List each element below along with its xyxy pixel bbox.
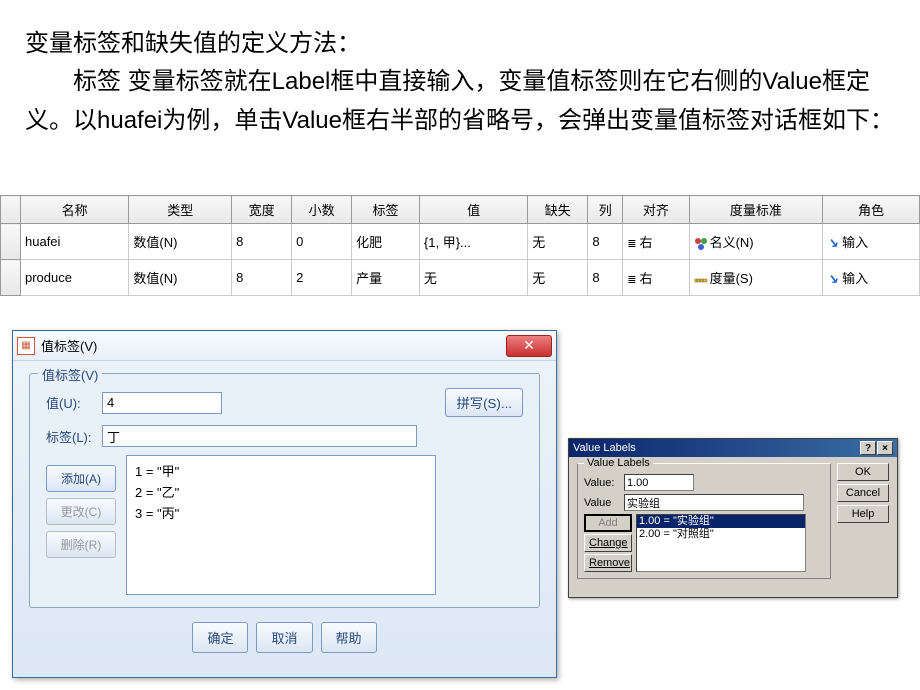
spelling-button[interactable]: 拼写(S)... — [445, 388, 523, 417]
intro-text: 变量标签和缺失值的定义方法： 标签 变量标签就在Label框中直接输入，变量值标… — [0, 0, 920, 155]
col-columns[interactable]: 列 — [588, 196, 623, 224]
fieldset-legend: 值标签(V) — [38, 365, 102, 384]
labels-listbox[interactable]: 1 = "甲" 2 = "乙" 3 = "丙" — [126, 455, 436, 595]
col-align[interactable]: 对齐 — [623, 196, 689, 224]
table-header-row: 名称 类型 宽度 小数 标签 值 缺失 列 对齐 度量标准 角色 — [1, 196, 920, 224]
variable-view-table: 名称 类型 宽度 小数 标签 值 缺失 列 对齐 度量标准 角色 huafei … — [0, 195, 920, 296]
cell-role[interactable]: ↘输入 — [823, 260, 920, 296]
dialog-titlebar[interactable]: ▦ 值标签(V) ✕ — [13, 331, 556, 361]
add-button[interactable]: Add — [584, 514, 632, 532]
col-decimals[interactable]: 小数 — [292, 196, 352, 224]
cell-name[interactable]: huafei — [21, 224, 129, 260]
cell-width[interactable]: 8 — [232, 260, 292, 296]
cell-values[interactable]: 无 — [419, 260, 527, 296]
scale-icon — [694, 273, 708, 287]
dialog-titlebar[interactable]: Value Labels ? × — [569, 439, 897, 457]
cell-measure[interactable]: 度量(S) — [689, 260, 823, 296]
cell-missing[interactable]: 无 — [528, 224, 588, 260]
col-label[interactable]: 标签 — [352, 196, 420, 224]
col-values[interactable]: 值 — [419, 196, 527, 224]
row-header[interactable] — [1, 224, 21, 260]
grid-icon: ▦ — [17, 337, 35, 355]
cell-name[interactable]: produce — [21, 260, 129, 296]
col-role[interactable]: 角色 — [823, 196, 920, 224]
change-button[interactable]: 更改(C) — [46, 498, 116, 525]
cell-type[interactable]: 数值(N) — [129, 260, 232, 296]
intro-line2: 标签 变量标签就在Label框中直接输入，变量值标签则在它右侧的Value框定义… — [25, 63, 895, 140]
cell-decimals[interactable]: 2 — [292, 260, 352, 296]
cell-decimals[interactable]: 0 — [292, 224, 352, 260]
cell-width[interactable]: 8 — [232, 224, 292, 260]
cell-role[interactable]: ↘输入 — [823, 224, 920, 260]
cell-align[interactable]: 右 — [623, 224, 689, 260]
table-row[interactable]: produce 数值(N) 8 2 产量 无 无 8 右 度量(S) ↘输入 — [1, 260, 920, 296]
close-icon[interactable]: × — [877, 441, 893, 455]
row-header[interactable] — [1, 260, 21, 296]
table-row[interactable]: huafei 数值(N) 8 0 化肥 {1, 甲}... 无 8 右 名义(N… — [1, 224, 920, 260]
ok-button[interactable]: OK — [837, 463, 889, 481]
dialog-title: Value Labels — [573, 442, 636, 454]
help-button[interactable]: 帮助 — [321, 622, 377, 653]
input-arrow-icon: ↘ — [827, 235, 838, 250]
labels-listbox[interactable]: 1.00 = "实验组" 2.00 = "对照组" — [636, 514, 806, 572]
list-item[interactable]: 2.00 = "对照组" — [637, 528, 805, 541]
add-button[interactable]: 添加(A) — [46, 465, 116, 492]
col-name[interactable]: 名称 — [21, 196, 129, 224]
cancel-button[interactable]: 取消 — [256, 622, 312, 653]
value-labels-fieldset: Value Labels Value: Value Add Change Rem… — [577, 463, 831, 579]
cell-align[interactable]: 右 — [623, 260, 689, 296]
dialog-title: 值标签(V) — [41, 336, 97, 355]
cell-columns[interactable]: 8 — [588, 260, 623, 296]
label-input[interactable] — [102, 425, 417, 447]
close-button[interactable]: ✕ — [506, 335, 552, 357]
label-input[interactable] — [624, 494, 804, 511]
label-label: Value — [584, 497, 620, 509]
intro-line1: 变量标签和缺失值的定义方法： — [25, 25, 895, 63]
ok-button[interactable]: 确定 — [192, 622, 248, 653]
value-input[interactable] — [624, 474, 694, 491]
list-item[interactable]: 2 = "乙" — [135, 483, 427, 504]
value-labels-dialog-en: Value Labels ? × Value Labels Value: Val… — [568, 438, 898, 598]
cell-values[interactable]: {1, 甲}... — [419, 224, 527, 260]
col-width[interactable]: 宽度 — [232, 196, 292, 224]
list-item[interactable]: 1 = "甲" — [135, 462, 427, 483]
value-label: 值(U): — [46, 393, 102, 412]
value-labels-fieldset: 值标签(V) 值(U): 拼写(S)... 标签(L): 添加(A) 更改(C)… — [29, 373, 540, 608]
remove-button[interactable]: Remove — [584, 554, 632, 572]
value-input[interactable] — [102, 392, 222, 414]
cell-columns[interactable]: 8 — [588, 224, 623, 260]
change-button[interactable]: Change — [584, 534, 632, 552]
cell-missing[interactable]: 无 — [528, 260, 588, 296]
col-missing[interactable]: 缺失 — [528, 196, 588, 224]
col-type[interactable]: 类型 — [129, 196, 232, 224]
cell-type[interactable]: 数值(N) — [129, 224, 232, 260]
input-arrow-icon: ↘ — [827, 271, 838, 286]
remove-button[interactable]: 删除(R) — [46, 531, 116, 558]
help-button[interactable]: Help — [837, 505, 889, 523]
value-labels-dialog-cn: ▦ 值标签(V) ✕ 值标签(V) 值(U): 拼写(S)... 标签(L): … — [12, 330, 557, 678]
list-item[interactable]: 1.00 = "实验组" — [637, 515, 805, 528]
fieldset-legend: Value Labels — [584, 457, 653, 469]
cell-measure[interactable]: 名义(N) — [689, 224, 823, 260]
cell-label[interactable]: 化肥 — [352, 224, 420, 260]
cancel-button[interactable]: Cancel — [837, 484, 889, 502]
help-icon[interactable]: ? — [860, 441, 876, 455]
list-item[interactable]: 3 = "丙" — [135, 504, 427, 525]
col-blank[interactable] — [1, 196, 21, 224]
value-label: Value: — [584, 477, 620, 489]
col-measure[interactable]: 度量标准 — [689, 196, 823, 224]
label-label: 标签(L): — [46, 427, 102, 446]
cell-label[interactable]: 产量 — [352, 260, 420, 296]
nominal-icon — [694, 237, 708, 251]
